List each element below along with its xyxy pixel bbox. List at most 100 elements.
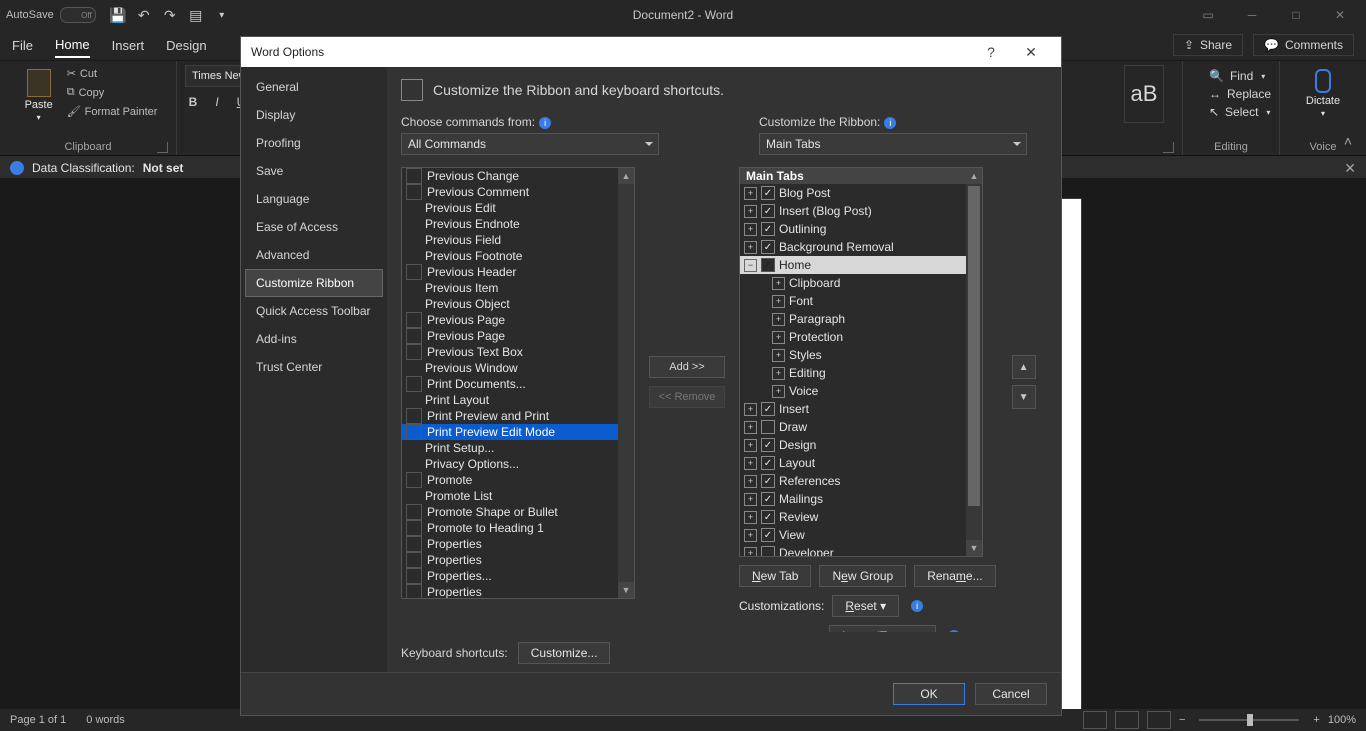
expand-icon[interactable]: + <box>744 547 757 558</box>
info-icon[interactable]: i <box>948 630 960 632</box>
word-count[interactable]: 0 words <box>86 714 125 726</box>
undo-icon[interactable]: ↶ <box>136 7 152 23</box>
checkbox[interactable] <box>761 510 775 524</box>
read-mode-icon[interactable] <box>1083 711 1107 729</box>
expand-icon[interactable]: + <box>744 475 757 488</box>
scrollbar-thumb[interactable] <box>968 186 980 506</box>
expand-icon[interactable]: + <box>744 187 757 200</box>
cat-quick-access-toolbar[interactable]: Quick Access Toolbar <box>245 297 383 325</box>
italic-button[interactable]: I <box>209 95 225 109</box>
autosave-switch[interactable]: Off <box>60 7 96 23</box>
classification-value[interactable]: Not set <box>143 161 184 175</box>
format-painter-button[interactable]: 🖌Format Painter <box>67 103 158 120</box>
cat-trust-center[interactable]: Trust Center <box>245 353 383 381</box>
new-group-button[interactable]: New Group <box>819 565 906 587</box>
expand-icon[interactable]: + <box>744 223 757 236</box>
checkbox[interactable] <box>761 456 775 470</box>
expand-icon[interactable]: + <box>772 313 785 326</box>
customize-shortcuts-button[interactable]: Customize... <box>518 642 611 664</box>
paste-dropdown-icon[interactable]: ▾ <box>37 113 41 122</box>
expand-icon[interactable]: + <box>744 403 757 416</box>
bold-button[interactable]: B <box>185 95 201 109</box>
checkbox[interactable] <box>761 402 775 416</box>
expand-icon[interactable]: + <box>744 439 757 452</box>
save-icon[interactable]: 💾 <box>110 7 126 23</box>
expand-icon[interactable]: + <box>772 331 785 344</box>
expand-icon[interactable]: + <box>772 295 785 308</box>
ribbon-tree[interactable]: Main Tabs +Blog Post +Insert (Blog Post)… <box>739 167 983 557</box>
add-button[interactable]: Add >> <box>649 356 725 378</box>
cut-button[interactable]: ✂Cut <box>67 65 158 82</box>
checkbox[interactable] <box>761 546 775 557</box>
cat-ease-of-access[interactable]: Ease of Access <box>245 213 383 241</box>
checkbox[interactable] <box>761 528 775 542</box>
comments-button[interactable]: 💬Comments <box>1253 34 1354 56</box>
reset-button[interactable]: Reset ▾ <box>832 595 899 617</box>
expand-icon[interactable]: + <box>744 205 757 218</box>
choose-commands-dropdown[interactable]: All Commands <box>401 133 659 155</box>
tree-scrollbar[interactable]: ▲ ▼ <box>966 168 982 556</box>
tab-insert[interactable]: Insert <box>112 34 145 57</box>
zoom-slider[interactable] <box>1199 719 1299 721</box>
cat-add-ins[interactable]: Add-ins <box>245 325 383 353</box>
close-icon[interactable]: ✕ <box>1320 3 1360 27</box>
checkbox[interactable] <box>761 438 775 452</box>
qat-more-icon[interactable]: ▾ <box>214 7 230 23</box>
redo-icon[interactable]: ↷ <box>162 7 178 23</box>
checkbox[interactable] <box>761 258 775 272</box>
tab-file[interactable]: File <box>12 34 33 57</box>
classification-close-icon[interactable]: ✕ <box>1344 160 1356 177</box>
new-tab-button[interactable]: New Tab <box>739 565 811 587</box>
expand-icon[interactable]: + <box>744 241 757 254</box>
scroll-up-icon[interactable]: ▲ <box>618 168 634 184</box>
move-down-button[interactable]: ▼ <box>1012 385 1036 409</box>
expand-icon[interactable]: + <box>744 529 757 542</box>
clipboard-dialog-launcher[interactable] <box>157 142 168 153</box>
dialog-help-icon[interactable]: ? <box>971 44 1011 60</box>
customize-ribbon-dropdown[interactable]: Main Tabs <box>759 133 1027 155</box>
tab-design[interactable]: Design <box>166 34 206 57</box>
dialog-close-icon[interactable]: ✕ <box>1011 44 1051 61</box>
zoom-out-icon[interactable]: − <box>1179 714 1185 726</box>
expand-icon[interactable]: + <box>772 277 785 290</box>
remove-button[interactable]: << Remove <box>649 386 725 408</box>
print-layout-icon[interactable] <box>1115 711 1139 729</box>
move-up-button[interactable]: ▲ <box>1012 355 1036 379</box>
scroll-down-icon[interactable]: ▼ <box>618 582 634 598</box>
scroll-down-icon[interactable]: ▼ <box>966 540 982 556</box>
replace-button[interactable]: ↔Replace <box>1191 87 1271 101</box>
info-icon[interactable]: i <box>884 117 896 129</box>
cat-proofing[interactable]: Proofing <box>245 129 383 157</box>
expand-icon[interactable]: + <box>772 367 785 380</box>
share-button[interactable]: ⇪Share <box>1173 34 1243 56</box>
web-layout-icon[interactable] <box>1147 711 1171 729</box>
dictate-button[interactable]: Dictate ▾ <box>1292 65 1354 122</box>
cat-advanced[interactable]: Advanced <box>245 241 383 269</box>
cat-save[interactable]: Save <box>245 157 383 185</box>
autosave-toggle[interactable]: AutoSave Off <box>6 7 96 23</box>
commands-listbox[interactable]: Previous Change Previous Comment Previou… <box>401 167 635 599</box>
commands-scrollbar[interactable]: ▲ ▼ <box>618 168 634 598</box>
cancel-button[interactable]: Cancel <box>975 683 1047 705</box>
tab-home[interactable]: Home <box>55 33 90 58</box>
zoom-level[interactable]: 100% <box>1328 714 1356 726</box>
info-icon[interactable]: i <box>911 600 923 612</box>
expand-icon[interactable]: + <box>744 457 757 470</box>
ribbon-display-icon[interactable]: ▭ <box>1188 3 1228 27</box>
expand-icon[interactable]: + <box>772 385 785 398</box>
copy-button[interactable]: ⧉Copy <box>67 84 158 101</box>
info-icon[interactable]: i <box>539 117 551 129</box>
checkbox[interactable] <box>761 474 775 488</box>
expand-icon[interactable]: + <box>772 349 785 362</box>
maximize-icon[interactable]: □ <box>1276 3 1316 27</box>
minimize-icon[interactable]: ─ <box>1232 3 1272 27</box>
expand-icon[interactable]: + <box>744 421 757 434</box>
scroll-up-icon[interactable]: ▲ <box>966 168 982 184</box>
expand-icon[interactable]: + <box>744 493 757 506</box>
checkbox[interactable] <box>761 420 775 434</box>
find-button[interactable]: 🔍Find▾ <box>1191 69 1271 83</box>
styles-dialog-launcher[interactable] <box>1163 142 1174 153</box>
ok-button[interactable]: OK <box>893 683 965 705</box>
checkbox[interactable] <box>761 204 775 218</box>
import-export-button[interactable]: Import/Export ▾ <box>829 625 936 632</box>
